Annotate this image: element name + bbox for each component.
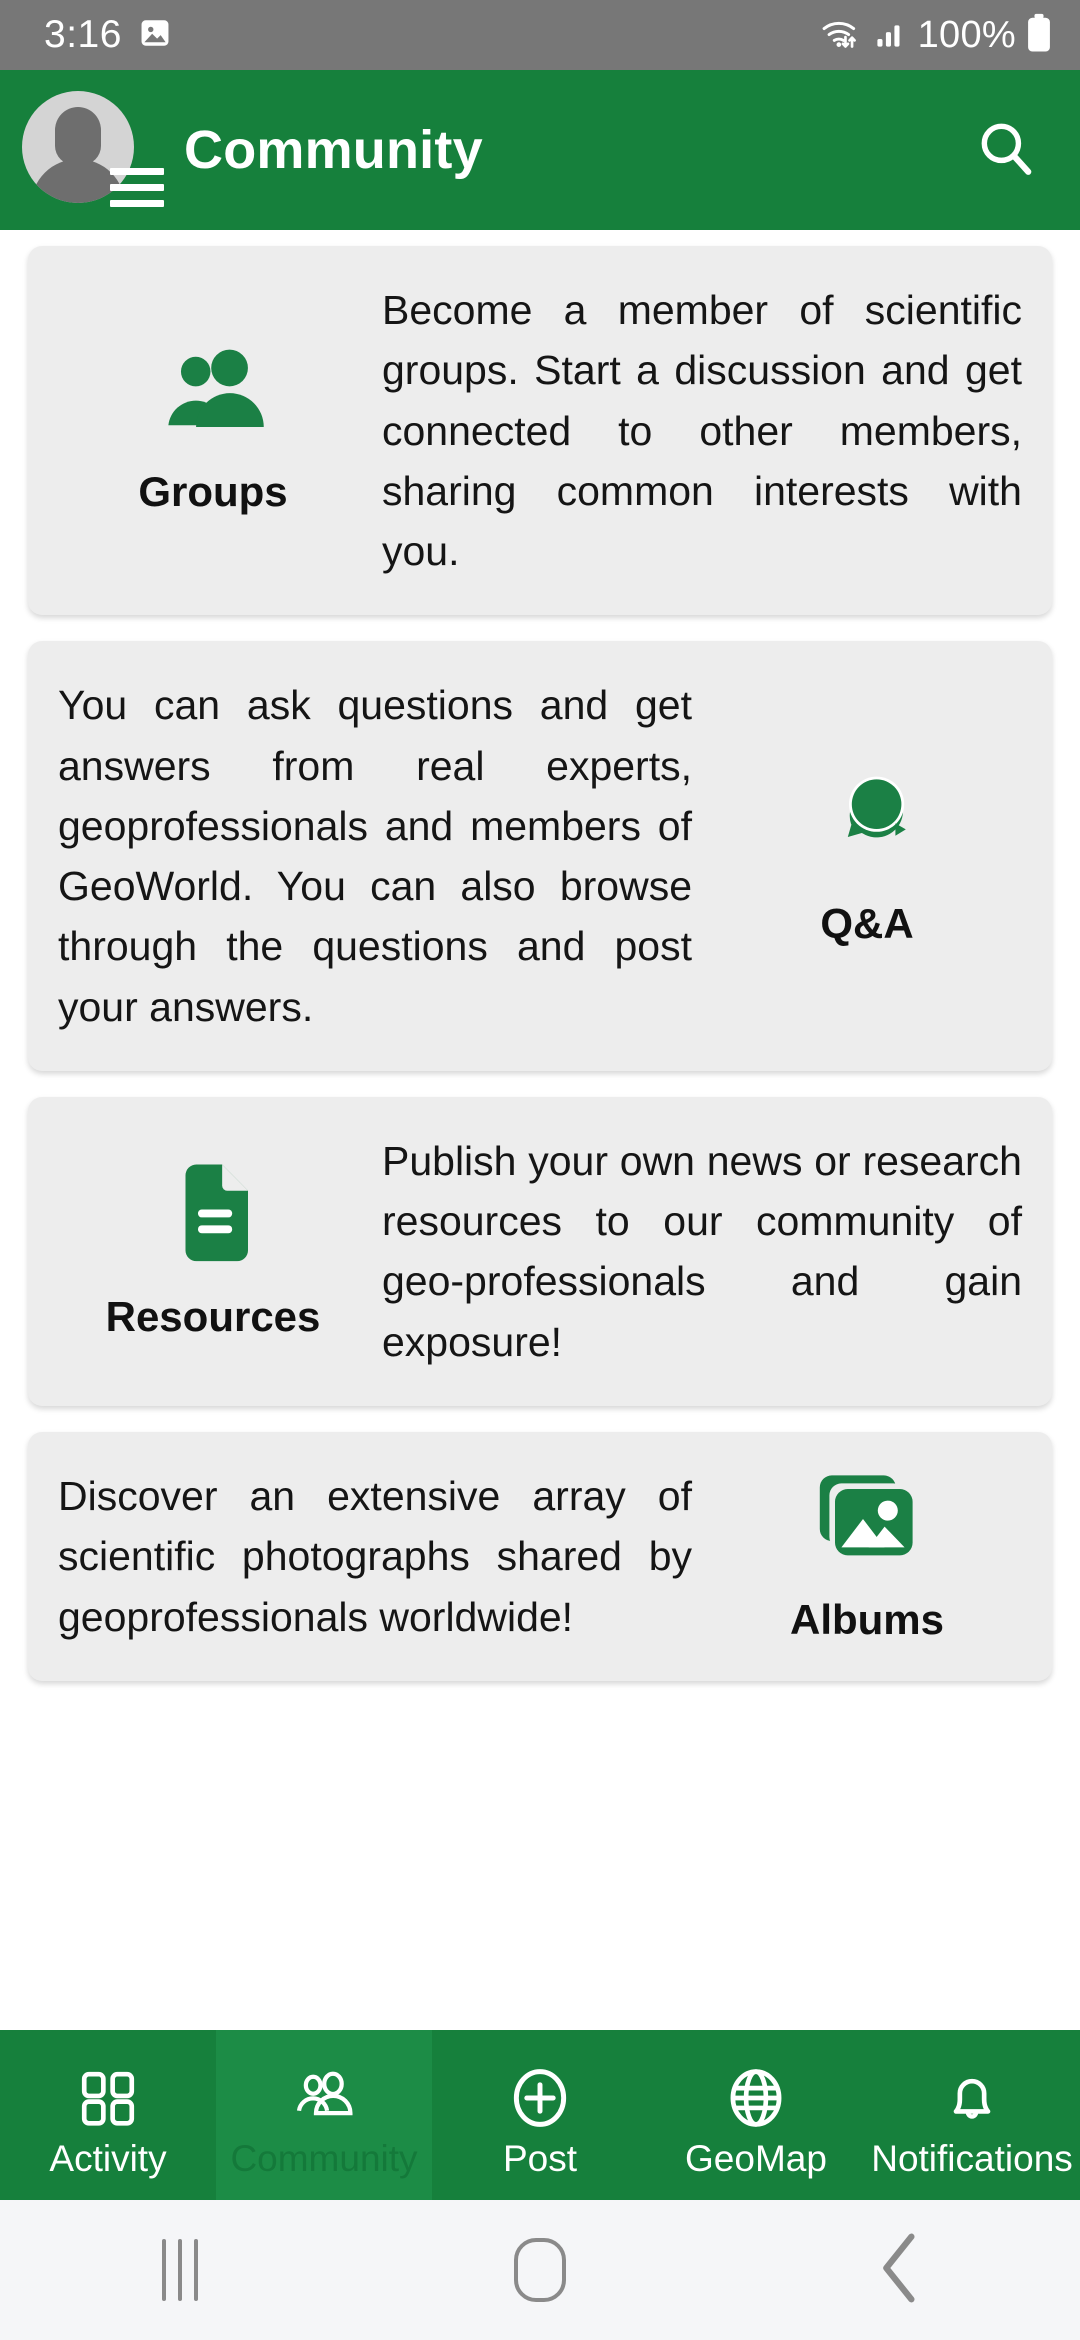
recents-bar (162, 2239, 166, 2301)
tab-label-activity: Activity (49, 2137, 167, 2179)
recents-icon (162, 2239, 198, 2301)
card-description-albums: Discover an extensive array of scientifi… (58, 1472, 692, 1640)
people-group-icon (159, 345, 267, 442)
android-navigation-bar (0, 2200, 1080, 2340)
hamburger-menu-icon[interactable] (110, 168, 164, 207)
recents-button[interactable] (100, 2220, 260, 2320)
card-label-resources: Resources (105, 1292, 321, 1340)
tab-label-geomap: GeoMap (685, 2137, 827, 2179)
tab-community[interactable]: Community (216, 2030, 432, 2200)
grid-icon (77, 2062, 139, 2134)
search-icon (974, 117, 1036, 184)
tab-post[interactable]: Post (432, 2030, 648, 2200)
avatar-head (55, 107, 101, 165)
app-bar: Community (0, 70, 1080, 230)
globe-icon (723, 2062, 789, 2134)
resources-icon-block: Resources (58, 1162, 368, 1341)
status-bar-left: 3:16 (44, 13, 172, 57)
cards-scroll-area[interactable]: Groups Become a member of scientific gro… (0, 230, 1080, 2030)
status-bar-clock: 3:16 (44, 13, 122, 56)
card-label-groups: Groups (138, 468, 288, 516)
groups-icon-block: Groups (58, 345, 368, 516)
tab-label-post: Post (502, 2137, 578, 2179)
bell-icon (941, 2062, 1003, 2134)
hamburger-line (110, 200, 164, 207)
document-icon (170, 1162, 256, 1267)
wifi-icon (820, 13, 864, 58)
speech-bubbles-icon (815, 765, 919, 874)
card-description-qa: You can ask questions and get answers fr… (58, 682, 692, 1030)
card-qa[interactable]: You can ask questions and get answers fr… (28, 641, 1052, 1071)
home-icon (514, 2238, 566, 2302)
status-bar: 3:16 100% (0, 0, 1080, 70)
page-title: Community (184, 120, 483, 180)
back-icon (873, 2231, 927, 2310)
card-albums[interactable]: Discover an extensive array of scientifi… (28, 1431, 1052, 1681)
card-resources[interactable]: Resources Publish your own news or resea… (28, 1096, 1052, 1406)
search-button[interactable] (970, 115, 1040, 185)
card-label-albums: Albums (789, 1595, 944, 1643)
people-icon (291, 2062, 357, 2134)
cellular-signal-icon (874, 16, 908, 55)
qa-icon-block: Q&A (712, 765, 1022, 948)
hamburger-line (110, 184, 164, 191)
tab-label-notifications: Notifications (871, 2137, 1073, 2179)
recents-bar (194, 2239, 198, 2301)
hamburger-line (110, 168, 164, 175)
albums-icon-block: Albums (712, 1469, 1022, 1644)
back-button[interactable] (820, 2220, 980, 2320)
tab-notifications[interactable]: Notifications (864, 2030, 1080, 2200)
phone-screen: 3:16 100% Community Groups Become a memb… (0, 0, 1080, 2340)
avatar-menu-button[interactable] (22, 91, 164, 209)
battery-icon (1026, 13, 1052, 58)
card-description-groups: Become a member of scientific groups. St… (382, 287, 1022, 575)
home-button[interactable] (460, 2220, 620, 2320)
battery-percent-label: 100% (917, 13, 1016, 56)
bottom-navigation: Activity Community Post GeoMap Notificat… (0, 2030, 1080, 2200)
card-groups[interactable]: Groups Become a member of scientific gro… (28, 246, 1052, 616)
tab-label-community: Community (230, 2137, 418, 2179)
image-icon (138, 16, 172, 55)
card-description-resources: Publish your own news or research resour… (382, 1137, 1022, 1365)
photo-stack-icon (815, 1469, 919, 1570)
plus-circle-icon (507, 2062, 573, 2134)
tab-activity[interactable]: Activity (0, 2030, 216, 2200)
recents-bar (178, 2239, 182, 2301)
status-bar-right: 100% (820, 13, 1052, 58)
tab-geomap[interactable]: GeoMap (648, 2030, 864, 2200)
card-label-qa: Q&A (820, 899, 914, 947)
